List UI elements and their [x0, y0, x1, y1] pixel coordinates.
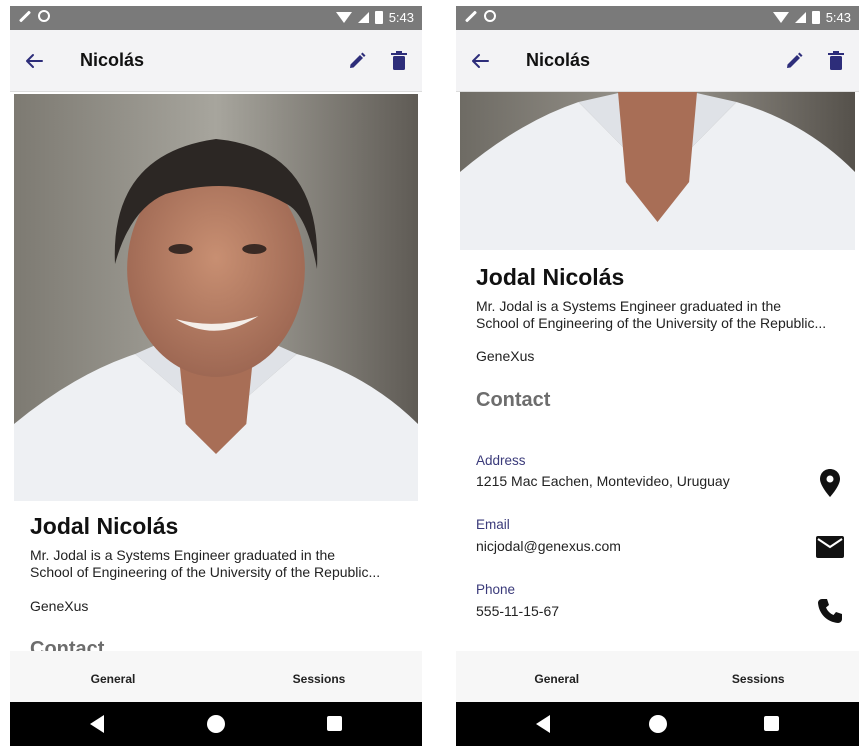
- description-line-2: School of Engineering of the University …: [30, 564, 381, 580]
- wifi-icon: [335, 12, 352, 23]
- trash-icon: [828, 51, 844, 70]
- address-value: 1215 Mac Eachen, Montevideo, Uruguay: [476, 473, 730, 489]
- contact-section-title: Contact: [30, 638, 105, 651]
- nav-recents-icon[interactable]: [764, 716, 779, 731]
- phone-label: Phone: [476, 582, 516, 597]
- description-line-1: Mr. Jodal is a Systems Engineer graduate…: [476, 298, 782, 314]
- edit-notification-icon: [464, 9, 478, 23]
- phone-button[interactable]: [815, 596, 845, 626]
- pencil-icon: [350, 52, 366, 68]
- profile-photo-scrolled: [460, 92, 855, 250]
- delete-button[interactable]: [386, 48, 412, 74]
- wifi-icon: [772, 12, 789, 23]
- phone-value: 555-11-15-67: [476, 603, 560, 619]
- person-company: GeneXus: [476, 348, 535, 364]
- status-bar: 5:43: [10, 6, 422, 30]
- sync-notification-icon: [484, 10, 496, 22]
- detail-content: Jodal Nicolás Mr. Jodal is a Systems Eng…: [456, 92, 859, 651]
- status-time: 5:43: [825, 10, 851, 25]
- envelope-icon: [816, 536, 844, 558]
- tab-sessions[interactable]: Sessions: [216, 651, 422, 706]
- email-label: Email: [476, 517, 510, 532]
- back-button[interactable]: [20, 47, 48, 75]
- person-description: Mr. Jodal is a Systems Engineer graduate…: [30, 547, 410, 581]
- page-title: Nicolás: [526, 50, 591, 70]
- nav-back-icon[interactable]: [536, 715, 550, 733]
- app-bar: Nicolás: [10, 30, 422, 92]
- email-button[interactable]: [815, 532, 845, 562]
- edit-button[interactable]: [344, 48, 370, 74]
- tab-general[interactable]: General: [456, 651, 658, 706]
- signal-icon: [794, 12, 806, 23]
- tab-bar: General Sessions: [10, 651, 422, 706]
- address-label: Address: [476, 453, 526, 468]
- sync-notification-icon: [38, 10, 50, 22]
- status-bar: 5:43: [456, 6, 859, 30]
- phone-screen-left: 5:43 Nicolás Jodal Nicolás Mr. Jodal is …: [10, 6, 422, 746]
- phone-icon: [818, 599, 842, 623]
- tab-bar: General Sessions: [456, 651, 859, 706]
- pencil-icon: [787, 52, 803, 68]
- back-button[interactable]: [466, 47, 494, 75]
- description-line-2: School of Engineering of the University …: [476, 315, 827, 331]
- edit-button[interactable]: [781, 48, 807, 74]
- status-time: 5:43: [388, 10, 414, 25]
- app-bar: Nicolás: [456, 30, 859, 92]
- android-nav-bar: [10, 702, 422, 746]
- email-value: nicjodal@genexus.com: [476, 538, 621, 554]
- map-pin-icon: [820, 469, 840, 497]
- nav-back-icon[interactable]: [90, 715, 104, 733]
- delete-button[interactable]: [823, 48, 849, 74]
- tab-general[interactable]: General: [10, 651, 216, 706]
- battery-icon: [811, 11, 820, 24]
- person-description: Mr. Jodal is a Systems Engineer graduate…: [476, 298, 856, 332]
- trash-icon: [391, 51, 407, 70]
- signal-icon: [357, 12, 369, 23]
- battery-icon: [374, 11, 383, 24]
- nav-home-icon[interactable]: [648, 715, 667, 733]
- page-title: Nicolás: [80, 50, 145, 70]
- arrow-left-icon: [26, 54, 43, 68]
- android-nav-bar: [456, 702, 859, 746]
- arrow-left-icon: [472, 54, 489, 68]
- detail-content: Jodal Nicolás Mr. Jodal is a Systems Eng…: [10, 92, 422, 651]
- phone-screen-right: 5:43 Nicolás Jodal Nicolás Mr. Jodal is …: [456, 6, 859, 746]
- profile-photo: [14, 94, 418, 501]
- nav-recents-icon[interactable]: [327, 716, 342, 731]
- person-name: Jodal Nicolás: [476, 264, 625, 290]
- person-name: Jodal Nicolás: [30, 513, 179, 539]
- edit-notification-icon: [18, 9, 32, 23]
- nav-home-icon[interactable]: [207, 715, 225, 733]
- tab-sessions[interactable]: Sessions: [658, 651, 859, 706]
- contact-section-title: Contact: [476, 389, 551, 411]
- description-line-1: Mr. Jodal is a Systems Engineer graduate…: [30, 547, 336, 563]
- person-company: GeneXus: [30, 598, 89, 614]
- address-button[interactable]: [815, 468, 845, 498]
